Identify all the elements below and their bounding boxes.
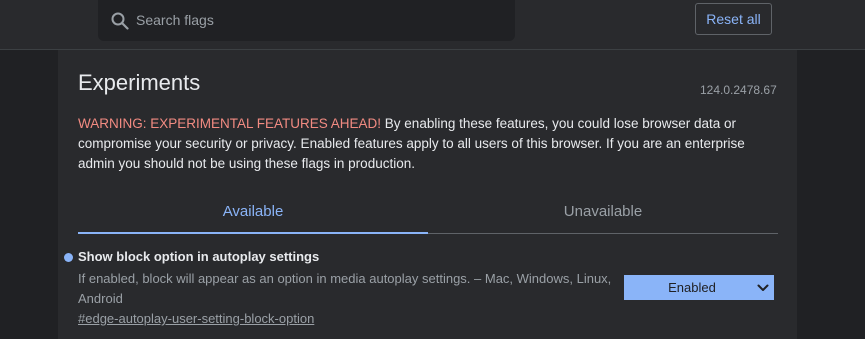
search-input[interactable] — [136, 10, 496, 30]
flag-description: If enabled, block will appear as an opti… — [78, 271, 612, 306]
chevron-down-icon — [752, 275, 774, 300]
flag-permalink[interactable]: #edge-autoplay-user-setting-block-option — [78, 311, 314, 326]
tab-label: Unavailable — [563, 203, 643, 220]
search-icon — [111, 12, 129, 30]
flag-state-value: Enabled — [668, 280, 716, 295]
reset-all-button[interactable]: Reset all — [695, 3, 772, 35]
tab-label: Available — [222, 202, 284, 220]
page-title: Experiments — [78, 70, 201, 95]
flag-title: Show block option in autoplay settings — [78, 249, 320, 264]
warning-strong: WARNING: EXPERIMENTAL FEATURES AHEAD! — [78, 116, 382, 131]
tab-unavailable[interactable]: Unavailable — [428, 190, 778, 234]
tab-available[interactable]: Available — [78, 190, 428, 234]
version-label: 124.0.2478.67 — [700, 83, 777, 97]
flag-state-select[interactable]: Enabled — [624, 275, 774, 300]
warning-message: WARNING: EXPERIMENTAL FEATURES AHEAD! By… — [78, 114, 778, 174]
modified-dot-icon — [64, 253, 73, 262]
